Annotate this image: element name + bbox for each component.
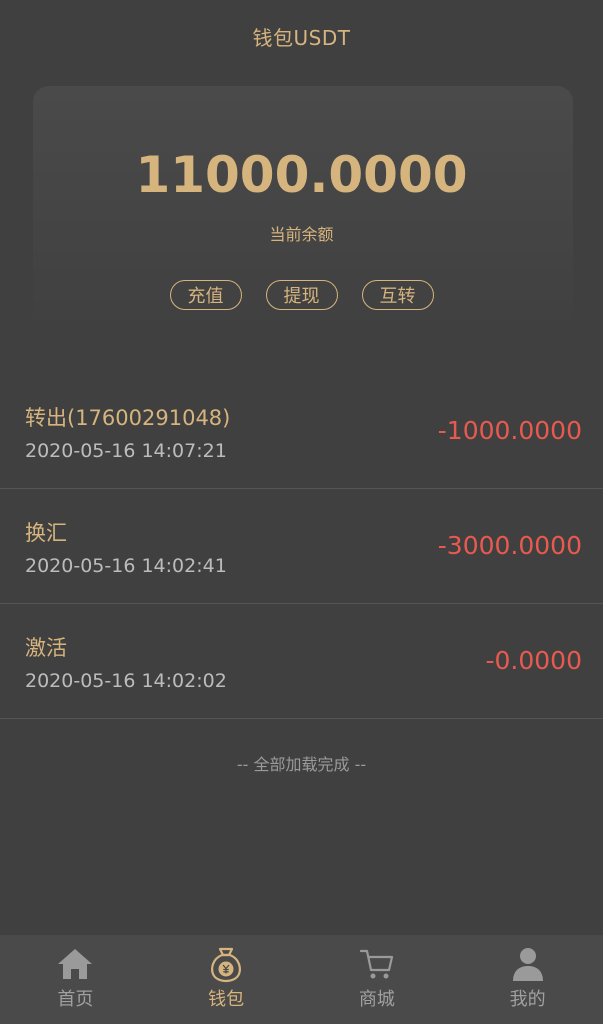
transaction-time: 2020-05-16 14:07:21 [25, 440, 227, 462]
list-item[interactable]: 换汇 2020-05-16 14:02:41 -3000.0000 [0, 489, 603, 604]
wallet-screen: 钱包USDT 11000.0000 当前余额 充值 提现 互转 转出(17600… [0, 0, 603, 1024]
tab-label: 商城 [358, 989, 395, 1010]
list-item[interactable]: 转出(17600291048) 2020-05-16 14:07:21 -100… [0, 374, 603, 489]
home-icon [55, 945, 95, 983]
withdraw-button[interactable]: 提现 [265, 280, 338, 310]
tab-label: 钱包 [208, 989, 245, 1010]
recharge-button[interactable]: 充值 [169, 280, 242, 310]
transaction-title: 转出(17600291048) [25, 406, 231, 430]
transaction-title: 换汇 [25, 521, 67, 545]
page-title: 钱包USDT [252, 25, 351, 50]
transaction-title: 激活 [25, 636, 67, 660]
tab-home[interactable]: 首页 [0, 935, 151, 1024]
user-icon [508, 945, 548, 983]
cart-icon [357, 945, 397, 983]
tab-wallet[interactable]: 钱包 [151, 935, 302, 1024]
balance-amount: 11000.0000 [135, 146, 468, 204]
transaction-list: 转出(17600291048) 2020-05-16 14:07:21 -100… [0, 374, 603, 719]
transaction-amount: -3000.0000 [437, 531, 582, 560]
tab-label: 我的 [509, 989, 546, 1010]
tab-mine[interactable]: 我的 [452, 935, 603, 1024]
header: 钱包USDT [0, 0, 603, 72]
list-end-text: -- 全部加载完成 -- [236, 755, 367, 774]
transfer-button[interactable]: 互转 [361, 280, 434, 310]
transaction-time: 2020-05-16 14:02:41 [25, 555, 227, 577]
list-item[interactable]: 激活 2020-05-16 14:02:02 -0.0000 [0, 604, 603, 719]
tab-label: 首页 [57, 989, 94, 1010]
wallet-icon [206, 945, 246, 983]
balance-label: 当前余额 [269, 225, 334, 244]
bottom-tab-bar: 首页 钱包 商城 我的 [0, 935, 603, 1024]
transaction-amount: -1000.0000 [437, 416, 582, 445]
transaction-amount: -0.0000 [485, 646, 583, 675]
action-buttons: 充值 提现 互转 [0, 280, 603, 310]
tab-mall[interactable]: 商城 [302, 935, 453, 1024]
transaction-time: 2020-05-16 14:02:02 [25, 670, 227, 692]
